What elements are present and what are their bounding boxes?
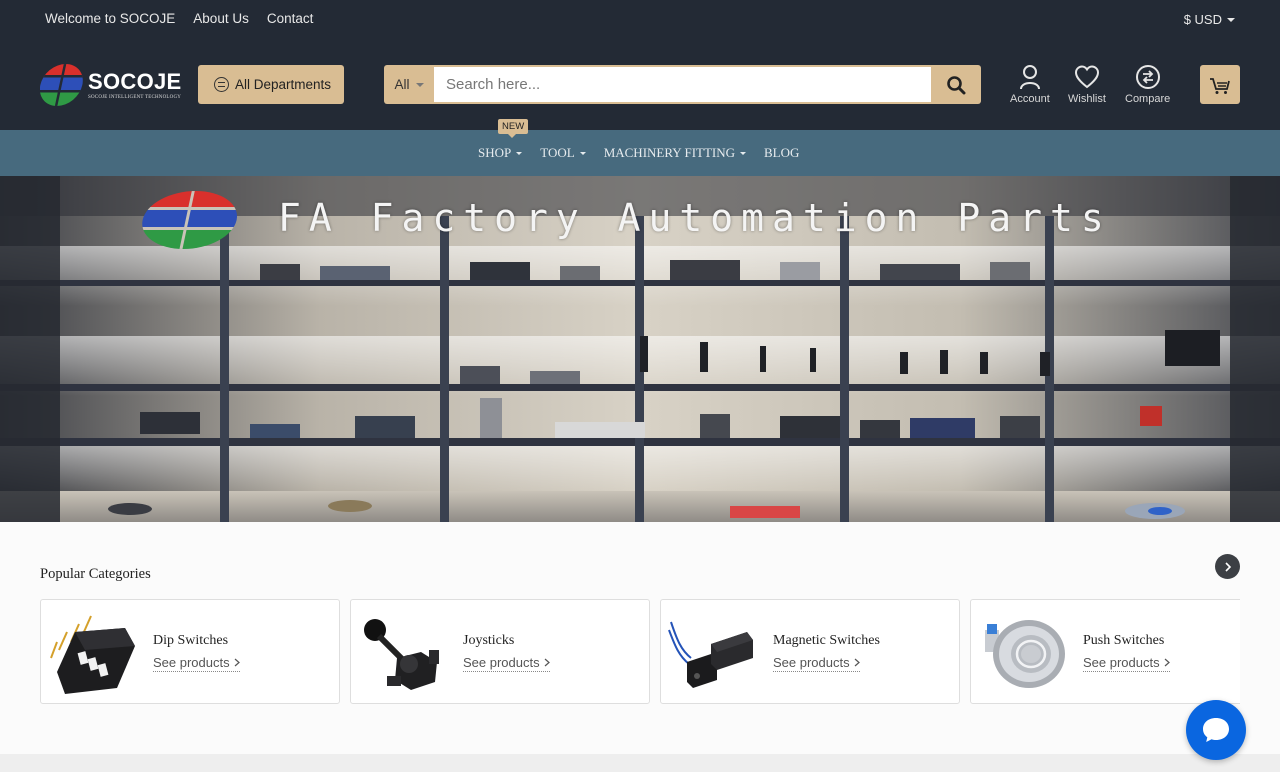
chevron-right-icon: [854, 658, 860, 667]
nav-item-label: BLOG: [764, 145, 800, 160]
search-button[interactable]: [931, 65, 981, 104]
category-card-joysticks[interactable]: Joysticks See products: [350, 599, 650, 704]
chevron-down-icon: [516, 151, 523, 155]
welcome-link[interactable]: Welcome to SOCOJE: [45, 11, 175, 26]
chat-bubble-icon: [1203, 718, 1229, 742]
category-name: Joysticks: [463, 633, 515, 648]
chevron-right-icon: [1164, 658, 1170, 667]
nav-item-machinery-fitting[interactable]: MACHINERY FITTING: [603, 145, 747, 161]
brand-tagline: SOCOJE INTELLIGENT TECHNOLOGY: [88, 94, 182, 100]
category-name: Dip Switches: [153, 633, 229, 648]
cart-button[interactable]: [1200, 65, 1240, 104]
nav-item-label: MACHINERY FITTING: [603, 145, 736, 160]
category-card-dip-switches[interactable]: Dip Switches See products: [40, 599, 340, 704]
magnetic-switch-image: [668, 621, 753, 688]
nav-item-tool[interactable]: TOOL: [540, 145, 586, 161]
chevron-down-icon: [1227, 17, 1235, 22]
see-products-link[interactable]: See products: [1083, 655, 1170, 672]
category-card-magnetic-switches[interactable]: Magnetic Switches See products: [660, 599, 960, 704]
nav-item-shop[interactable]: NEW SHOP: [478, 119, 529, 161]
nav-item-label: SHOP: [478, 145, 512, 160]
see-products-link[interactable]: See products: [153, 655, 240, 672]
category-name: Push Switches: [1083, 633, 1165, 648]
popular-categories-section: Popular Categories Dip Switches See prod…: [0, 522, 1280, 754]
site-logo[interactable]: SOCOJE SOCOJE INTELLIGENT TECHNOLOGY: [40, 64, 182, 106]
top-links: Welcome to SOCOJE About Us Contact: [45, 11, 313, 26]
see-products-label: See products: [773, 655, 850, 670]
wishlist-button[interactable]: Wishlist: [1068, 64, 1106, 105]
brand-name: SOCOJE: [88, 68, 182, 94]
category-carousel: Dip Switches See products Joysticks See …: [40, 599, 1240, 704]
account-button[interactable]: Account: [1010, 64, 1050, 105]
category-name: Magnetic Switches: [773, 633, 880, 648]
see-products-label: See products: [1083, 655, 1160, 670]
chevron-down-icon: [415, 82, 424, 87]
chevron-right-icon: [234, 658, 240, 667]
top-bar: Welcome to SOCOJE About Us Contact $ USD: [0, 0, 1280, 38]
hero-banner[interactable]: FA Factory Automation Parts: [0, 176, 1280, 522]
logo-icon: [40, 64, 86, 106]
search-input[interactable]: [434, 67, 931, 102]
nav-item-label: TOOL: [540, 145, 575, 160]
currency-selector[interactable]: $ USD: [1184, 12, 1235, 27]
footer-edge: [0, 754, 1280, 772]
chevron-down-icon: [579, 151, 586, 155]
account-label: Account: [1010, 93, 1050, 105]
wishlist-label: Wishlist: [1068, 93, 1106, 105]
main-nav: NEW SHOP TOOL MACHINERY FITTING BLOG: [0, 119, 1280, 176]
currency-label: $ USD: [1183, 12, 1222, 27]
nav-item-blog[interactable]: BLOG: [764, 145, 799, 161]
dip-switch-image: [50, 615, 135, 694]
all-departments-button[interactable]: All Departments: [198, 65, 344, 104]
user-icon: [1019, 65, 1040, 90]
compare-icon: [1135, 65, 1160, 89]
carousel-next-button[interactable]: [1215, 554, 1240, 579]
search-icon: [947, 75, 966, 94]
new-badge: NEW: [498, 119, 529, 138]
see-products-link[interactable]: See products: [773, 655, 860, 672]
chevron-right-icon: [544, 658, 550, 667]
chevron-down-icon: [740, 151, 747, 155]
joystick-image: [364, 619, 439, 690]
main-header: SOCOJE SOCOJE INTELLIGENT TECHNOLOGY All…: [0, 38, 1280, 130]
search-bar: All: [384, 65, 981, 104]
category-card-push-switches[interactable]: Push Switches See products: [970, 599, 1240, 704]
hero-title: FA Factory Automation Parts: [278, 196, 1112, 240]
section-title: Popular Categories: [40, 566, 151, 582]
cart-icon: [1210, 77, 1230, 94]
see-products-label: See products: [153, 655, 230, 670]
search-category-value: All: [394, 77, 410, 92]
chat-widget-button[interactable]: [1186, 700, 1246, 760]
see-products-label: See products: [463, 655, 540, 670]
search-category-select[interactable]: All: [384, 65, 434, 104]
chevron-right-icon: [1224, 561, 1231, 572]
push-switch-image: [985, 620, 1065, 688]
all-departments-label: All Departments: [235, 77, 332, 92]
compare-label: Compare: [1125, 93, 1171, 105]
heart-icon: [1074, 65, 1099, 89]
about-us-link[interactable]: About Us: [193, 11, 249, 26]
contact-link[interactable]: Contact: [267, 11, 314, 26]
see-products-link[interactable]: See products: [463, 655, 550, 672]
compare-button[interactable]: Compare: [1125, 64, 1170, 105]
menu-circle-icon: [214, 77, 229, 92]
